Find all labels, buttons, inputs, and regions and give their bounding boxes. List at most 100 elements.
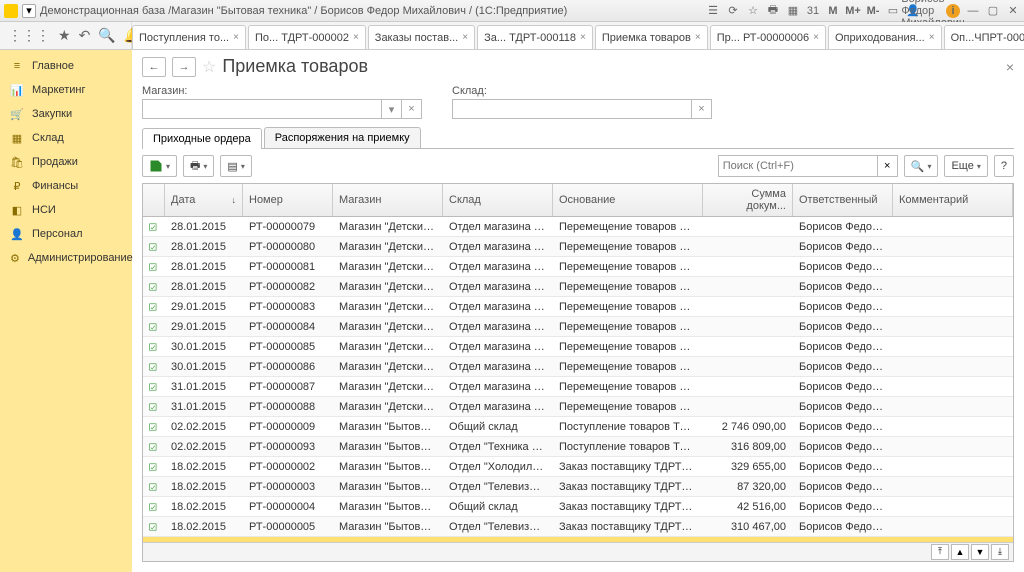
app-menu-dropdown[interactable]: ▾ bbox=[22, 4, 36, 18]
close-tab-icon[interactable]: × bbox=[929, 32, 935, 43]
shop-filter-input[interactable] bbox=[142, 99, 382, 119]
col-comment[interactable]: Комментарий bbox=[893, 184, 1013, 216]
subtab-incoming-orders[interactable]: Приходные ордера bbox=[142, 128, 262, 149]
shop-filter-clear[interactable]: × bbox=[402, 99, 422, 119]
sidebar-item[interactable]: 📊Маркетинг bbox=[0, 78, 132, 102]
close-tab-icon[interactable]: × bbox=[813, 32, 819, 43]
help-icon[interactable]: i bbox=[946, 4, 960, 18]
window-title: Демонстрационная база /Магазин "Бытовая … bbox=[40, 5, 702, 17]
more-button[interactable]: Еще▾ bbox=[944, 155, 987, 177]
quick-toolbar: ⋮⋮⋮ ★ ↶ 🔍 🔔 bbox=[0, 22, 132, 49]
col-warehouse[interactable]: Склад bbox=[443, 184, 553, 216]
nav-icon[interactable]: ☰ bbox=[706, 4, 720, 18]
doc-tab[interactable]: Поступления то...× bbox=[132, 25, 246, 49]
titlebar-toolbar: ☰ ⟳ ☆ 🖶 ▦ 31 M M+ M- ▭ 👤 Борисов Федор М… bbox=[706, 4, 1020, 18]
table-row[interactable]: 18.02.2015РТ-00000004Магазин "Бытовая...… bbox=[143, 497, 1013, 517]
sidebar-icon: ▦ bbox=[10, 131, 24, 145]
minimize-icon[interactable]: — bbox=[966, 4, 980, 18]
sidebar-item[interactable]: ₽Финансы bbox=[0, 174, 132, 198]
maximize-icon[interactable]: ▢ bbox=[986, 4, 1000, 18]
table-row[interactable]: 28.01.2015РТ-00000079Магазин "Детские ..… bbox=[143, 217, 1013, 237]
table-row[interactable]: 28.01.2015РТ-00000080Магазин "Детские ..… bbox=[143, 237, 1013, 257]
col-responsible[interactable]: Ответственный bbox=[793, 184, 893, 216]
sidebar-item[interactable]: ⚙Администрирование bbox=[0, 246, 132, 270]
print-button[interactable]: 🖶▾ bbox=[183, 155, 214, 177]
close-tab-icon[interactable]: × bbox=[580, 32, 586, 43]
col-basis[interactable]: Основание bbox=[553, 184, 703, 216]
col-sum[interactable]: Сумма докум... bbox=[703, 184, 793, 216]
search-input[interactable] bbox=[718, 155, 878, 177]
favorite-star-icon[interactable]: ☆ bbox=[202, 57, 216, 77]
apps-icon[interactable]: ⋮⋮⋮ bbox=[8, 27, 50, 44]
table-row[interactable]: 28.01.2015РТ-00000082Магазин "Детские ..… bbox=[143, 277, 1013, 297]
history-icon[interactable]: ⟳ bbox=[726, 4, 740, 18]
sidebar-item[interactable]: ◧НСИ bbox=[0, 198, 132, 222]
m-button[interactable]: M bbox=[826, 4, 840, 18]
close-tab-icon[interactable]: × bbox=[353, 32, 359, 43]
star-icon[interactable]: ★ bbox=[58, 27, 71, 44]
subtab-receive-instructions[interactable]: Распоряжения на приемку bbox=[264, 127, 421, 148]
shop-filter-label: Магазин: bbox=[142, 85, 422, 97]
close-window-icon[interactable]: ✕ bbox=[1006, 4, 1020, 18]
sidebar-item[interactable]: ≡Главное bbox=[0, 54, 132, 78]
m-plus-button[interactable]: M+ bbox=[846, 4, 860, 18]
m-minus-button[interactable]: M- bbox=[866, 4, 880, 18]
col-date[interactable]: Дата↓ bbox=[165, 184, 243, 216]
col-shop[interactable]: Магазин bbox=[333, 184, 443, 216]
col-number[interactable]: Номер bbox=[243, 184, 333, 216]
doc-tab[interactable]: Пр... РТ-00000006× bbox=[710, 25, 826, 49]
scroll-top-button[interactable]: ⤒ bbox=[931, 544, 949, 560]
warehouse-filter-label: Склад: bbox=[452, 85, 712, 97]
search-toolbar-icon[interactable]: 🔍 bbox=[98, 27, 115, 44]
find-button[interactable]: 🔍▾ bbox=[904, 155, 939, 177]
table-row[interactable]: 31.01.2015РТ-00000087Магазин "Детские ..… bbox=[143, 377, 1013, 397]
table-row[interactable]: 30.01.2015РТ-00000086Магазин "Детские ..… bbox=[143, 357, 1013, 377]
tools-icon[interactable]: ▭ bbox=[886, 4, 900, 18]
table-row[interactable]: 29.01.2015РТ-00000083Магазин "Детские ..… bbox=[143, 297, 1013, 317]
close-tab-icon[interactable]: × bbox=[233, 32, 239, 43]
table-row[interactable]: 18.02.2015РТ-00000002Магазин "Бытовая...… bbox=[143, 457, 1013, 477]
forward-button[interactable]: → bbox=[172, 57, 196, 77]
sidebar-item[interactable]: 🛒Закупки bbox=[0, 102, 132, 126]
current-user[interactable]: Борисов Федор Михайлович bbox=[926, 4, 940, 18]
doc-tab[interactable]: Приемка товаров× bbox=[595, 25, 708, 49]
back-button[interactable]: ← bbox=[142, 57, 166, 77]
history-toolbar-icon[interactable]: ↶ bbox=[79, 27, 91, 44]
doc-tab[interactable]: Заказы постав...× bbox=[368, 25, 475, 49]
print-icon[interactable]: 🖶 bbox=[766, 4, 780, 18]
table-row[interactable]: 02.02.2015РТ-00000093Магазин "Бытовая...… bbox=[143, 437, 1013, 457]
table-row[interactable]: 30.01.2015РТ-00000085Магазин "Детские ..… bbox=[143, 337, 1013, 357]
close-tab-icon[interactable]: × bbox=[695, 32, 701, 43]
scroll-down-button[interactable]: ▼ bbox=[971, 544, 989, 560]
sidebar-icon: ≡ bbox=[10, 59, 24, 73]
grid-body[interactable]: 28.01.2015РТ-00000079Магазин "Детские ..… bbox=[143, 217, 1013, 542]
calc-icon[interactable]: ▦ bbox=[786, 4, 800, 18]
shop-filter-dropdown[interactable]: ▾ bbox=[382, 99, 402, 119]
table-row[interactable]: 29.01.2015РТ-00000084Магазин "Детские ..… bbox=[143, 317, 1013, 337]
warehouse-filter-input[interactable] bbox=[452, 99, 692, 119]
scroll-bottom-button[interactable]: ⤓ bbox=[991, 544, 1009, 560]
help-button[interactable]: ? bbox=[994, 155, 1014, 177]
close-tab-icon[interactable]: × bbox=[462, 32, 468, 43]
search-clear[interactable]: × bbox=[878, 155, 898, 177]
create-button[interactable]: ▾ bbox=[142, 155, 177, 177]
doc-tab[interactable]: По... ТДРТ-000002× bbox=[248, 25, 366, 49]
table-row[interactable]: 18.02.2015РТ-00000005Магазин "Бытовая...… bbox=[143, 517, 1013, 537]
table-row[interactable]: 28.01.2015РТ-00000081Магазин "Детские ..… bbox=[143, 257, 1013, 277]
table-row[interactable]: 18.02.2015РТ-00000003Магазин "Бытовая...… bbox=[143, 477, 1013, 497]
close-page-icon[interactable]: × bbox=[1006, 59, 1014, 75]
doc-tab[interactable]: Оприходования...× bbox=[828, 25, 942, 49]
table-row[interactable]: 31.01.2015РТ-00000088Магазин "Детские ..… bbox=[143, 397, 1013, 417]
table-row[interactable]: 02.02.2015РТ-00000009Магазин "Бытовая...… bbox=[143, 417, 1013, 437]
scroll-up-button[interactable]: ▲ bbox=[951, 544, 969, 560]
warehouse-filter-clear[interactable]: × bbox=[692, 99, 712, 119]
document-icon bbox=[149, 261, 158, 273]
report-button[interactable]: ▤▾ bbox=[220, 155, 251, 177]
sidebar-item[interactable]: 👤Персонал bbox=[0, 222, 132, 246]
sidebar-item[interactable]: 🛍Продажи bbox=[0, 150, 132, 174]
doc-tab[interactable]: За... ТДРТ-000118× bbox=[477, 25, 593, 49]
doc-tab[interactable]: Оп...ЧПРТ-000002× bbox=[944, 25, 1024, 49]
favorites-icon[interactable]: ☆ bbox=[746, 4, 760, 18]
calendar-icon[interactable]: 31 bbox=[806, 4, 820, 18]
sidebar-item[interactable]: ▦Склад bbox=[0, 126, 132, 150]
